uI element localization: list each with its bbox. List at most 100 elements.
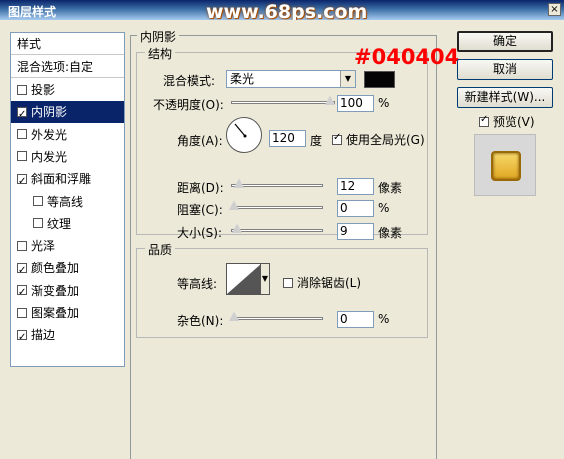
angle-dial[interactable] [226, 117, 262, 153]
angle-needle-icon [234, 123, 247, 138]
checkbox-icon[interactable] [17, 129, 27, 140]
blend-mode-select[interactable]: 柔光 ▼ [226, 70, 356, 88]
preview-swatch [491, 151, 521, 181]
style-item-label: 光泽 [31, 239, 56, 254]
close-icon[interactable]: × [548, 3, 561, 16]
choke-slider[interactable] [229, 200, 323, 212]
title-bar: 图层样式 www.68ps.com × [0, 0, 564, 23]
checkbox-icon[interactable] [17, 327, 27, 349]
style-item[interactable]: 光泽 [11, 235, 124, 257]
contour-label: 等高线: [177, 277, 218, 291]
noise-slider-thumb[interactable] [229, 311, 239, 321]
blend-options-item[interactable]: 混合选项:自定 [11, 56, 124, 78]
distance-input[interactable]: 12 [337, 178, 374, 195]
style-item-label: 内发光 [31, 149, 68, 164]
opacity-slider-thumb[interactable] [325, 95, 335, 105]
checkbox-icon[interactable] [17, 84, 27, 95]
noise-label: 杂色(N): [177, 314, 224, 328]
ok-button[interactable]: 确定 [457, 31, 553, 52]
style-list: 样式 混合选项:自定 投影内阴影外发光内发光斜面和浮雕等高线纹理光泽颜色叠加渐变… [10, 32, 125, 367]
style-list-header: 样式 [11, 33, 124, 55]
checkbox-icon[interactable] [17, 307, 27, 318]
antialias-check-icon [283, 277, 293, 288]
structure-title: 结构 [145, 45, 176, 62]
window-title: 图层样式 [8, 5, 57, 19]
checkbox-icon[interactable] [17, 282, 27, 304]
noise-unit: % [378, 312, 390, 326]
structure-group: 结构 混合模式: 柔光 ▼ 不透明度(O): 100 % 角度(A): 120 … [136, 45, 428, 240]
preview-checkbox[interactable]: 预览(V) [479, 113, 535, 130]
style-item-label: 纹理 [47, 216, 72, 231]
cancel-button[interactable]: 取消 [457, 59, 553, 80]
opacity-slider[interactable] [231, 95, 335, 107]
inner-shadow-panel: 内阴影 结构 混合模式: 柔光 ▼ 不透明度(O): 100 % 角度(A): [130, 28, 437, 459]
quality-title: 品质 [145, 241, 176, 258]
style-item-label: 外发光 [31, 127, 68, 142]
choke-label: 阻塞(C): [177, 203, 223, 217]
checkbox-icon[interactable] [17, 151, 27, 162]
opacity-input[interactable]: 100 [337, 95, 374, 112]
angle-unit: 度 [310, 134, 323, 148]
choke-input[interactable]: 0 [337, 200, 374, 217]
quality-group: 品质 等高线: ▼ 消除锯齿(L) 杂色(N): 0 % [136, 241, 428, 338]
checkbox-icon[interactable] [17, 104, 27, 126]
checkbox-icon[interactable] [33, 218, 43, 229]
style-item[interactable]: 颜色叠加 [11, 257, 124, 282]
angle-label: 角度(A): [177, 134, 223, 148]
opacity-unit: % [378, 96, 390, 110]
noise-slider[interactable] [229, 311, 323, 323]
checkbox-icon[interactable] [33, 196, 43, 206]
shadow-color-swatch[interactable] [364, 71, 395, 88]
antialias-checkbox[interactable]: 消除锯齿(L) [283, 274, 361, 291]
section-title: 内阴影 [137, 28, 180, 45]
distance-slider[interactable] [231, 178, 323, 190]
choke-unit: % [378, 201, 390, 215]
distance-unit: 像素 [378, 181, 403, 195]
dialog-body: 样式 混合选项:自定 投影内阴影外发光内发光斜面和浮雕等高线纹理光泽颜色叠加渐变… [0, 20, 564, 459]
linear-contour-icon [227, 264, 261, 294]
checkbox-icon[interactable] [17, 171, 27, 193]
style-item-label: 斜面和浮雕 [31, 172, 92, 187]
style-item[interactable]: 图案叠加 [11, 302, 124, 324]
style-item-label: 描边 [31, 328, 56, 343]
style-item-label: 渐变叠加 [31, 283, 80, 298]
global-light-checkbox[interactable]: 使用全局光(G) [332, 131, 425, 148]
style-item-label: 颜色叠加 [31, 261, 80, 276]
blend-mode-value: 柔光 [230, 72, 255, 86]
checkbox-icon[interactable] [17, 260, 27, 282]
contour-dropdown[interactable]: ▼ [260, 263, 270, 295]
size-input[interactable]: 9 [337, 223, 374, 240]
style-item[interactable]: 内发光 [11, 146, 124, 168]
angle-input[interactable]: 120 [269, 130, 306, 147]
style-item[interactable]: 描边 [11, 324, 124, 349]
distance-label: 距离(D): [177, 181, 224, 195]
preview-check-icon [479, 114, 489, 127]
preview-label: 预览(V) [493, 115, 535, 129]
style-item[interactable]: 投影 [11, 79, 124, 101]
antialias-label: 消除锯齿(L) [297, 276, 362, 290]
size-slider[interactable] [231, 223, 323, 235]
global-light-check-icon [332, 132, 342, 145]
color-annotation: #040404 [354, 45, 460, 69]
distance-slider-thumb[interactable] [234, 178, 244, 188]
chevron-down-icon: ▼ [340, 71, 355, 87]
style-item[interactable]: 纹理 [11, 213, 124, 235]
size-slider-thumb[interactable] [232, 223, 242, 233]
style-item-label: 投影 [31, 83, 56, 97]
global-light-label: 使用全局光(G) [346, 133, 425, 147]
style-item[interactable]: 渐变叠加 [11, 280, 124, 304]
style-item[interactable]: 外发光 [11, 124, 124, 146]
size-label: 大小(S): [177, 226, 223, 240]
new-style-button[interactable]: 新建样式(W)... [457, 87, 553, 108]
blend-mode-label: 混合模式: [163, 74, 216, 88]
style-preview [474, 134, 536, 196]
style-item-label: 等高线 [47, 194, 84, 209]
choke-slider-thumb[interactable] [229, 200, 239, 210]
contour-preview[interactable] [226, 263, 262, 295]
style-item[interactable]: 斜面和浮雕 [11, 168, 124, 193]
style-item[interactable]: 等高线 [11, 191, 124, 213]
style-item[interactable]: 内阴影 [11, 101, 124, 126]
noise-input[interactable]: 0 [337, 311, 374, 328]
checkbox-icon[interactable] [17, 240, 27, 251]
style-item-label: 图案叠加 [31, 306, 80, 320]
